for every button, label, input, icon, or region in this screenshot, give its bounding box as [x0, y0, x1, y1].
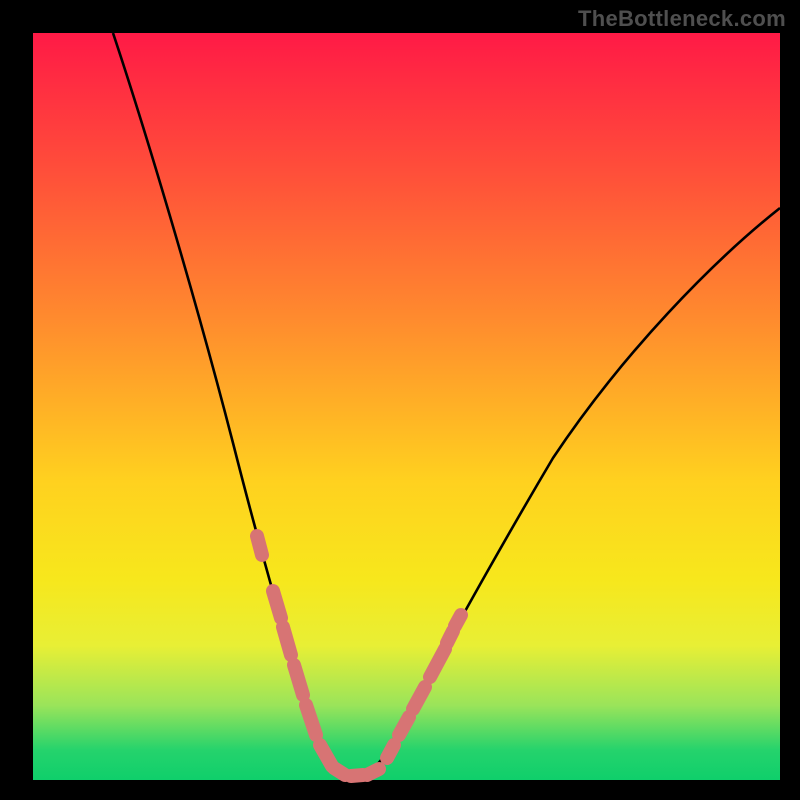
plot-area [33, 33, 780, 780]
watermark-text: TheBottleneck.com [578, 6, 786, 32]
marker-group-right [367, 615, 461, 775]
marker-group-left [257, 536, 363, 776]
chart-frame: TheBottleneck.com [0, 0, 800, 800]
curve-layer [33, 33, 780, 780]
bottleneck-curve [113, 33, 780, 777]
